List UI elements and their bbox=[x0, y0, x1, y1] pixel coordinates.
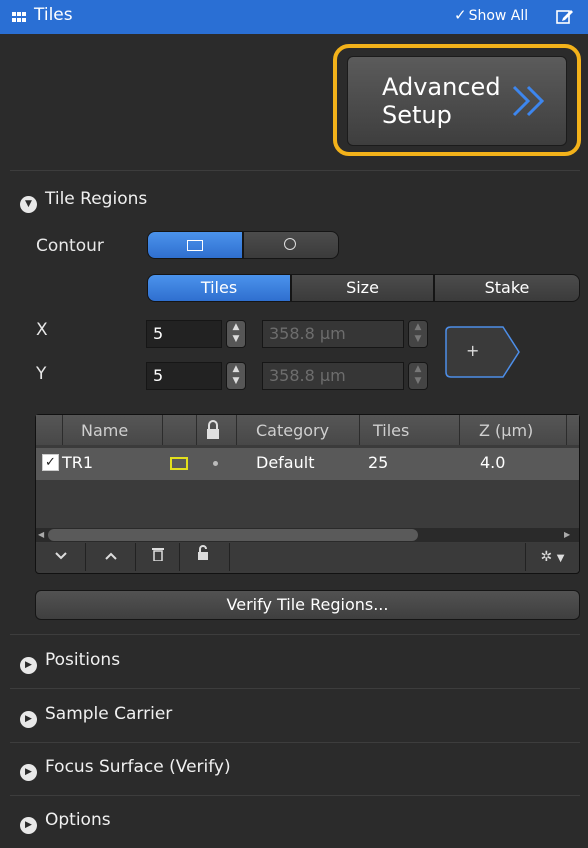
x-size-stepper: ▲ ▼ bbox=[408, 320, 428, 348]
settings-menu-button[interactable]: ✲ ▼ bbox=[525, 543, 579, 571]
trash-icon bbox=[151, 548, 164, 562]
unlock-icon bbox=[197, 545, 208, 560]
column-tiles[interactable]: Tiles bbox=[373, 421, 409, 440]
y-tiles-input[interactable]: 5 bbox=[146, 362, 222, 390]
double-chevron-right-icon bbox=[512, 85, 545, 117]
x-tiles-stepper[interactable]: ▲ ▼ bbox=[226, 320, 246, 348]
y-size-input: 358.8 µm bbox=[262, 362, 404, 390]
column-z[interactable]: Z (µm) bbox=[479, 421, 533, 440]
tab-tiles[interactable]: Tiles bbox=[147, 274, 291, 302]
divider bbox=[10, 795, 580, 796]
row-tiles: 25 bbox=[368, 453, 389, 472]
edit-icon[interactable] bbox=[556, 7, 574, 25]
section-label: Tile Regions bbox=[45, 189, 148, 209]
scroll-left-icon[interactable]: ◀ bbox=[38, 530, 44, 539]
column-divider bbox=[162, 415, 163, 445]
region-shape-icon bbox=[170, 457, 188, 470]
contour-label: Contour bbox=[36, 236, 104, 256]
scrollbar-thumb[interactable] bbox=[48, 529, 418, 541]
section-sample-carrier[interactable]: ▶ Sample Carrier bbox=[20, 704, 172, 728]
y-size-stepper: ▲ ▼ bbox=[408, 362, 428, 390]
expand-triangle-icon: ▶ bbox=[20, 657, 37, 674]
column-name[interactable]: Name bbox=[81, 421, 128, 440]
tiles-grid-icon bbox=[12, 12, 26, 22]
expand-triangle-icon: ▶ bbox=[20, 711, 37, 728]
delete-button[interactable] bbox=[136, 543, 180, 571]
lock-icon bbox=[207, 420, 219, 439]
section-label: Options bbox=[45, 810, 111, 830]
tab-stake[interactable]: Stake bbox=[434, 274, 580, 302]
chevron-up-icon bbox=[104, 552, 117, 560]
expand-triangle-icon: ▶ bbox=[20, 764, 37, 781]
unlocked-dot-icon bbox=[213, 461, 218, 466]
tab-size[interactable]: Size bbox=[291, 274, 434, 302]
add-label: + bbox=[466, 341, 480, 360]
row-name: TR1 bbox=[62, 453, 94, 472]
collapse-triangle-icon: ▼ bbox=[20, 196, 37, 213]
unlock-button[interactable] bbox=[180, 543, 230, 571]
circle-icon bbox=[284, 238, 296, 250]
section-positions[interactable]: ▶ Positions bbox=[20, 650, 120, 674]
x-tiles-input[interactable]: 5 bbox=[146, 320, 222, 348]
rectangle-icon bbox=[187, 240, 203, 251]
verify-tile-regions-button[interactable]: Verify Tile Regions... bbox=[35, 590, 580, 620]
column-divider bbox=[359, 415, 360, 445]
gear-icon: ✲ bbox=[540, 549, 553, 565]
divider bbox=[10, 742, 580, 743]
section-options[interactable]: ▶ Options bbox=[20, 810, 111, 834]
add-tile-region-button[interactable] bbox=[443, 325, 521, 379]
divider bbox=[10, 688, 580, 689]
divider bbox=[10, 634, 580, 635]
section-tile-regions[interactable]: ▼ Tile Regions bbox=[20, 189, 147, 213]
dropdown-arrow-icon: ▼ bbox=[556, 553, 565, 564]
x-label: X bbox=[36, 320, 48, 340]
panel-title: Tiles bbox=[34, 5, 73, 25]
row-category: Default bbox=[256, 453, 315, 472]
column-divider bbox=[566, 415, 567, 445]
chevron-down-icon bbox=[54, 552, 67, 560]
column-category[interactable]: Category bbox=[256, 421, 329, 440]
y-tiles-stepper[interactable]: ▲ ▼ bbox=[226, 362, 246, 390]
row-z: 4.0 bbox=[480, 453, 506, 472]
scroll-right-icon[interactable]: ▶ bbox=[564, 530, 570, 539]
move-down-button[interactable] bbox=[36, 543, 86, 571]
show-all-label: Show All bbox=[468, 8, 529, 24]
column-divider bbox=[236, 415, 237, 445]
section-focus-surface[interactable]: ▶ Focus Surface (Verify) bbox=[20, 757, 231, 781]
x-size-input: 358.8 µm bbox=[262, 320, 404, 348]
advanced-setup-label: Advanced Setup bbox=[382, 73, 501, 129]
expand-triangle-icon: ▶ bbox=[20, 817, 37, 834]
y-label: Y bbox=[36, 364, 47, 384]
show-all-toggle[interactable]: ✓ Show All bbox=[454, 6, 528, 24]
section-label: Sample Carrier bbox=[45, 704, 173, 724]
column-divider bbox=[196, 415, 197, 445]
column-divider bbox=[62, 415, 63, 445]
move-up-button[interactable] bbox=[86, 543, 136, 571]
column-divider bbox=[459, 415, 460, 445]
row-checkbox[interactable]: ✓ bbox=[42, 454, 59, 471]
checkmark-icon: ✓ bbox=[454, 6, 467, 24]
section-label: Focus Surface (Verify) bbox=[45, 757, 231, 777]
divider bbox=[10, 170, 580, 171]
section-label: Positions bbox=[45, 650, 121, 670]
